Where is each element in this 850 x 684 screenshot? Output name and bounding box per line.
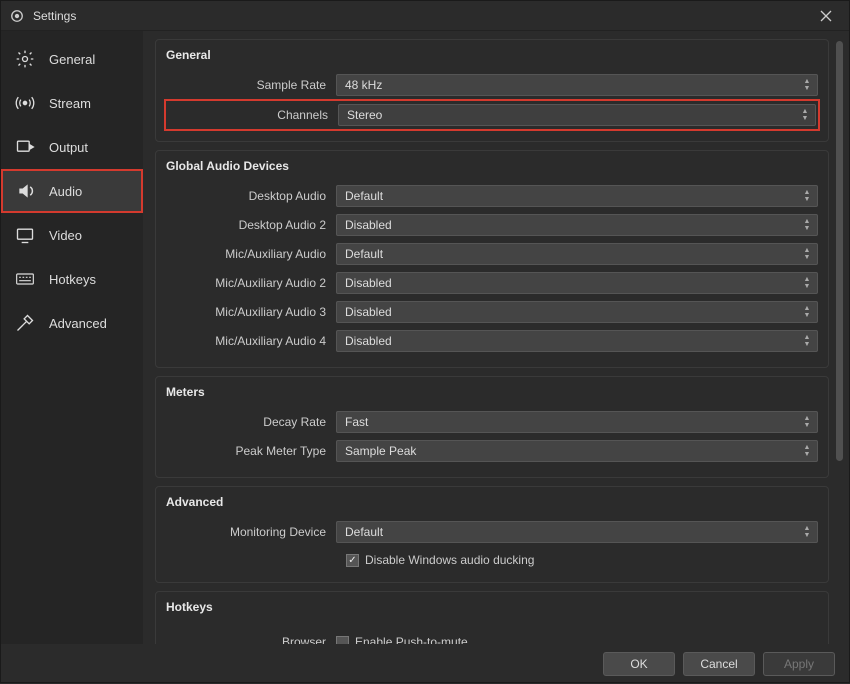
select-mic3[interactable]: Disabled ▲▼: [336, 301, 818, 323]
select-mic4[interactable]: Disabled ▲▼: [336, 330, 818, 352]
select-mic1[interactable]: Default ▲▼: [336, 243, 818, 265]
tools-icon: [15, 313, 39, 333]
checkbox-ptm[interactable]: [336, 636, 349, 645]
section-advanced: Advanced Monitoring Device Default ▲▼ ✓ Di…: [155, 486, 829, 583]
main-panel: General Sample Rate 48 kHz ▲▼ Channels S…: [143, 31, 849, 644]
section-title: Meters: [166, 385, 818, 399]
footer: OK Cancel Apply: [1, 644, 849, 684]
select-value: Disabled: [345, 218, 392, 232]
label-mic2: Mic/Auxiliary Audio 2: [166, 276, 336, 290]
label-mic4: Mic/Auxiliary Audio 4: [166, 334, 336, 348]
select-desktop-audio2[interactable]: Disabled ▲▼: [336, 214, 818, 236]
sidebar-item-label: Advanced: [49, 316, 107, 331]
label-mic3: Mic/Auxiliary Audio 3: [166, 305, 336, 319]
sidebar-item-video[interactable]: Video: [1, 213, 143, 257]
sidebar-item-hotkeys[interactable]: Hotkeys: [1, 257, 143, 301]
checkbox-ducking[interactable]: ✓: [346, 554, 359, 567]
row-sample-rate: Sample Rate 48 kHz ▲▼: [166, 72, 818, 98]
label-monitoring: Monitoring Device: [166, 525, 336, 539]
select-value: Default: [345, 189, 383, 203]
select-value: Sample Peak: [345, 444, 416, 458]
sidebar-item-label: Hotkeys: [49, 272, 96, 287]
select-value: Fast: [345, 415, 368, 429]
monitor-icon: [15, 225, 39, 245]
sidebar-item-stream[interactable]: Stream: [1, 81, 143, 125]
section-general: General Sample Rate 48 kHz ▲▼ Channels S…: [155, 39, 829, 142]
apply-button[interactable]: Apply: [763, 652, 835, 676]
select-monitoring[interactable]: Default ▲▼: [336, 521, 818, 543]
cancel-button[interactable]: Cancel: [683, 652, 755, 676]
label-browser: Browser: [166, 635, 336, 644]
select-sample-rate[interactable]: 48 kHz ▲▼: [336, 74, 818, 96]
select-value: Disabled: [345, 276, 392, 290]
label-decay-rate: Decay Rate: [166, 415, 336, 429]
obs-icon: [9, 8, 25, 24]
scrollbar[interactable]: [836, 41, 843, 461]
select-value: Default: [345, 247, 383, 261]
section-title: Global Audio Devices: [166, 159, 818, 173]
section-hotkeys: Hotkeys Browser Enable Push-to-mute Push…: [155, 591, 829, 644]
label-desktop-audio2: Desktop Audio 2: [166, 218, 336, 232]
updown-icon: ▲▼: [801, 442, 813, 460]
sidebar-item-audio[interactable]: Audio: [1, 169, 143, 213]
label-ducking: Disable Windows audio ducking: [365, 553, 534, 567]
updown-icon: ▲▼: [801, 274, 813, 292]
output-icon: [15, 137, 39, 157]
label-desktop-audio: Desktop Audio: [166, 189, 336, 203]
updown-icon: ▲▼: [801, 303, 813, 321]
select-desktop-audio[interactable]: Default ▲▼: [336, 185, 818, 207]
label-peak-meter: Peak Meter Type: [166, 444, 336, 458]
updown-icon: ▲▼: [801, 523, 813, 541]
broadcast-icon: [15, 93, 39, 113]
sidebar: General Stream Output Audio Video: [1, 31, 143, 644]
updown-icon: ▲▼: [799, 106, 811, 124]
section-title: Hotkeys: [166, 600, 818, 614]
updown-icon: ▲▼: [801, 76, 813, 94]
label-mic1: Mic/Auxiliary Audio: [166, 247, 336, 261]
keyboard-icon: [15, 269, 39, 289]
window-title: Settings: [33, 9, 811, 23]
updown-icon: ▲▼: [801, 413, 813, 431]
label-ptm: Enable Push-to-mute: [355, 635, 468, 644]
sidebar-item-label: Video: [49, 228, 82, 243]
label-sample-rate: Sample Rate: [166, 78, 336, 92]
select-value: Disabled: [345, 334, 392, 348]
select-value: Stereo: [347, 108, 382, 122]
updown-icon: ▲▼: [801, 245, 813, 263]
audio-icon: [15, 181, 39, 201]
gear-icon: [15, 49, 39, 69]
sidebar-item-label: Stream: [49, 96, 91, 111]
sidebar-item-label: Output: [49, 140, 88, 155]
select-peak-meter[interactable]: Sample Peak ▲▼: [336, 440, 818, 462]
row-ptm-enable: Browser Enable Push-to-mute: [166, 630, 818, 644]
updown-icon: ▲▼: [801, 187, 813, 205]
sidebar-item-advanced[interactable]: Advanced: [1, 301, 143, 345]
close-button[interactable]: [811, 2, 841, 30]
row-ducking: ✓ Disable Windows audio ducking: [166, 548, 818, 572]
select-value: 48 kHz: [345, 78, 382, 92]
sidebar-item-general[interactable]: General: [1, 37, 143, 81]
select-decay-rate[interactable]: Fast ▲▼: [336, 411, 818, 433]
sidebar-item-label: Audio: [49, 184, 82, 199]
section-title: Advanced: [166, 495, 818, 509]
select-channels[interactable]: Stereo ▲▼: [338, 104, 816, 126]
section-title: General: [166, 48, 818, 62]
ok-button[interactable]: OK: [603, 652, 675, 676]
select-mic2[interactable]: Disabled ▲▼: [336, 272, 818, 294]
updown-icon: ▲▼: [801, 216, 813, 234]
section-meters: Meters Decay RateFast▲▼ Peak Meter TypeS…: [155, 376, 829, 478]
titlebar: Settings: [1, 1, 849, 31]
select-value: Disabled: [345, 305, 392, 319]
sidebar-item-label: General: [49, 52, 95, 67]
row-channels: Channels Stereo ▲▼: [166, 101, 818, 129]
label-channels: Channels: [168, 108, 338, 122]
section-global-audio: Global Audio Devices Desktop AudioDefaul…: [155, 150, 829, 368]
sidebar-item-output[interactable]: Output: [1, 125, 143, 169]
updown-icon: ▲▼: [801, 332, 813, 350]
select-value: Default: [345, 525, 383, 539]
